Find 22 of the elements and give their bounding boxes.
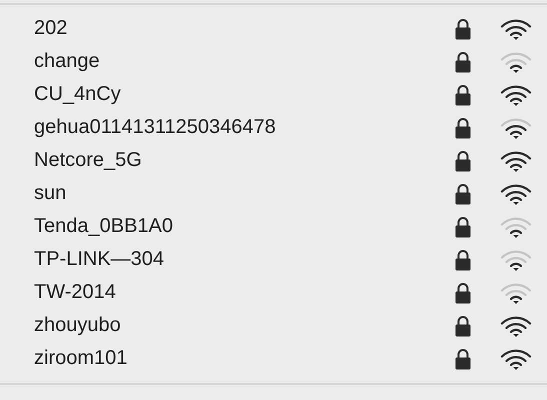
wifi-icon (500, 150, 532, 172)
wifi-icon (500, 116, 532, 138)
network-name[interactable]: Netcore_5G (34, 149, 455, 172)
network-name[interactable]: ziroom101 (34, 347, 455, 370)
network-name[interactable]: zhouyubo (34, 314, 455, 337)
wifi-icon (500, 314, 532, 336)
wifi-icon (500, 182, 532, 204)
wifi-icon (500, 248, 532, 270)
network-name[interactable]: gehua01141311250346478 (34, 116, 455, 139)
network-name[interactable]: 202 (34, 17, 455, 40)
network-name[interactable]: change (34, 50, 455, 73)
network-name[interactable]: Tenda_0BB1A0 (34, 215, 455, 238)
network-name[interactable]: TW-2014 (34, 281, 455, 304)
wifi-icon (500, 348, 532, 370)
wifi-icon (500, 50, 532, 72)
network-name[interactable]: sun (34, 182, 455, 205)
wifi-icon (500, 18, 532, 40)
wifi-icon (500, 216, 532, 238)
network-name[interactable]: TP-LINK—304 (34, 248, 455, 271)
network-name[interactable]: CU_4nCy (34, 83, 455, 106)
wifi-icon (500, 84, 532, 106)
wifi-icon (500, 282, 532, 304)
